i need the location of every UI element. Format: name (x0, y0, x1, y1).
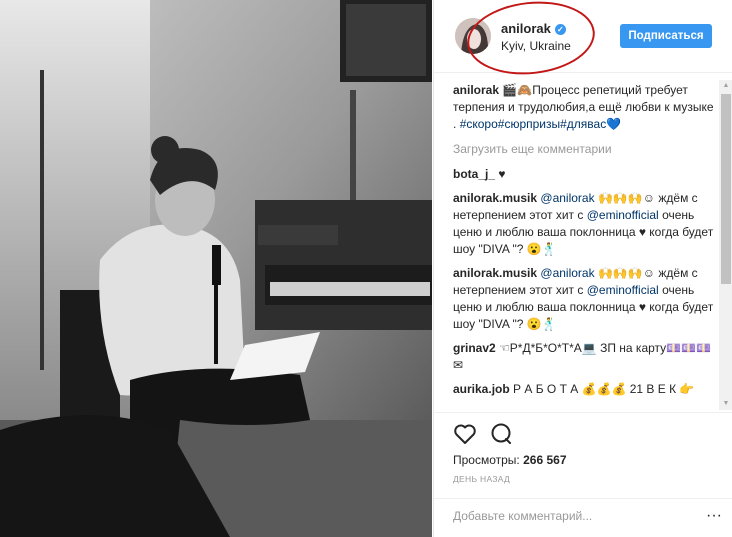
caption-username[interactable]: anilorak (453, 83, 499, 97)
heart-icon-shape (454, 424, 476, 444)
load-more-comments[interactable]: Загрузить еще комментарии (453, 141, 716, 158)
views-count: Просмотры: 266 567 (453, 453, 567, 467)
comment-mention[interactable]: @anilorak (540, 191, 594, 205)
scroll-up-arrow-icon[interactable]: ▲ (719, 80, 732, 92)
verified-badge-icon: ✓ (554, 24, 566, 35)
comment-icon-shape (491, 423, 511, 444)
add-comment-row: ··· (434, 498, 732, 535)
comment-username[interactable]: anilorak.musik (453, 191, 537, 205)
photo-scene (0, 0, 432, 537)
views-label: Просмотры: (453, 453, 520, 467)
post-date[interactable]: ДЕНЬ НАЗАД (453, 474, 510, 484)
more-options-icon[interactable]: ··· (706, 507, 722, 525)
post-photo[interactable] (0, 0, 432, 537)
scrollbar-thumb[interactable] (721, 94, 731, 284)
username-text[interactable]: anilorak (501, 21, 551, 36)
post-details-panel: anilorak ✓ Kyiv, Ukraine Подписаться anil… (433, 0, 732, 537)
comment-username[interactable]: grinav2 (453, 341, 496, 355)
views-number: 266 567 (523, 453, 567, 467)
comment-username[interactable]: aurika.job (453, 382, 510, 396)
comment-mention[interactable]: @anilorak (540, 266, 594, 280)
post-header: anilorak ✓ Kyiv, Ukraine Подписаться (434, 0, 732, 81)
avatar[interactable] (455, 18, 491, 54)
caption-hashtags[interactable]: #скоро#сюрпризы#длявас💙 (460, 117, 621, 131)
comment-text: ♥ (498, 167, 506, 181)
comments-scrollbar[interactable]: ▲ ▼ (719, 80, 732, 410)
post-location[interactable]: Kyiv, Ukraine (501, 39, 571, 53)
add-comment-input[interactable] (453, 509, 683, 523)
heart-icon[interactable] (453, 423, 479, 447)
avatar-image (455, 18, 491, 54)
scroll-down-arrow-icon[interactable]: ▼ (719, 398, 732, 410)
comments-list: anilorak 🎬🙈Процесс репетиций требует тер… (453, 82, 716, 412)
comment-item: anilorak.musik @anilorak 🙌🙌🙌☺ ждём с нет… (453, 265, 716, 333)
post-actions: Просмотры: 266 567 ДЕНЬ НАЗАД ··· (434, 412, 732, 533)
comment-item: aurika.job Р А Б О Т А 💰💰💰 21 В Е К 👉 (453, 381, 716, 398)
post-username[interactable]: anilorak ✓ (501, 21, 566, 36)
post-caption: anilorak 🎬🙈Процесс репетиций требует тер… (453, 82, 716, 133)
comment-item: anilorak.musik @anilorak 🙌🙌🙌☺ ждём с нет… (453, 190, 716, 258)
comment-icon[interactable] (489, 423, 515, 447)
comment-username[interactable]: bota_j_ (453, 167, 495, 181)
comment-item: bota_j_ ♥ (453, 166, 716, 183)
comment-username[interactable]: anilorak.musik (453, 266, 537, 280)
comment-text: Р А Б О Т А 💰💰💰 21 В Е К 👉 (513, 382, 695, 396)
comment-mention[interactable]: @eminofficial (587, 208, 659, 222)
comment-mention[interactable]: @eminofficial (587, 283, 659, 297)
comment-item: grinav2 ☜Р*Д*Б*О*Т*А💻 ЗП на карту💷💷💷✉ (453, 340, 716, 374)
follow-button[interactable]: Подписаться (620, 24, 712, 48)
